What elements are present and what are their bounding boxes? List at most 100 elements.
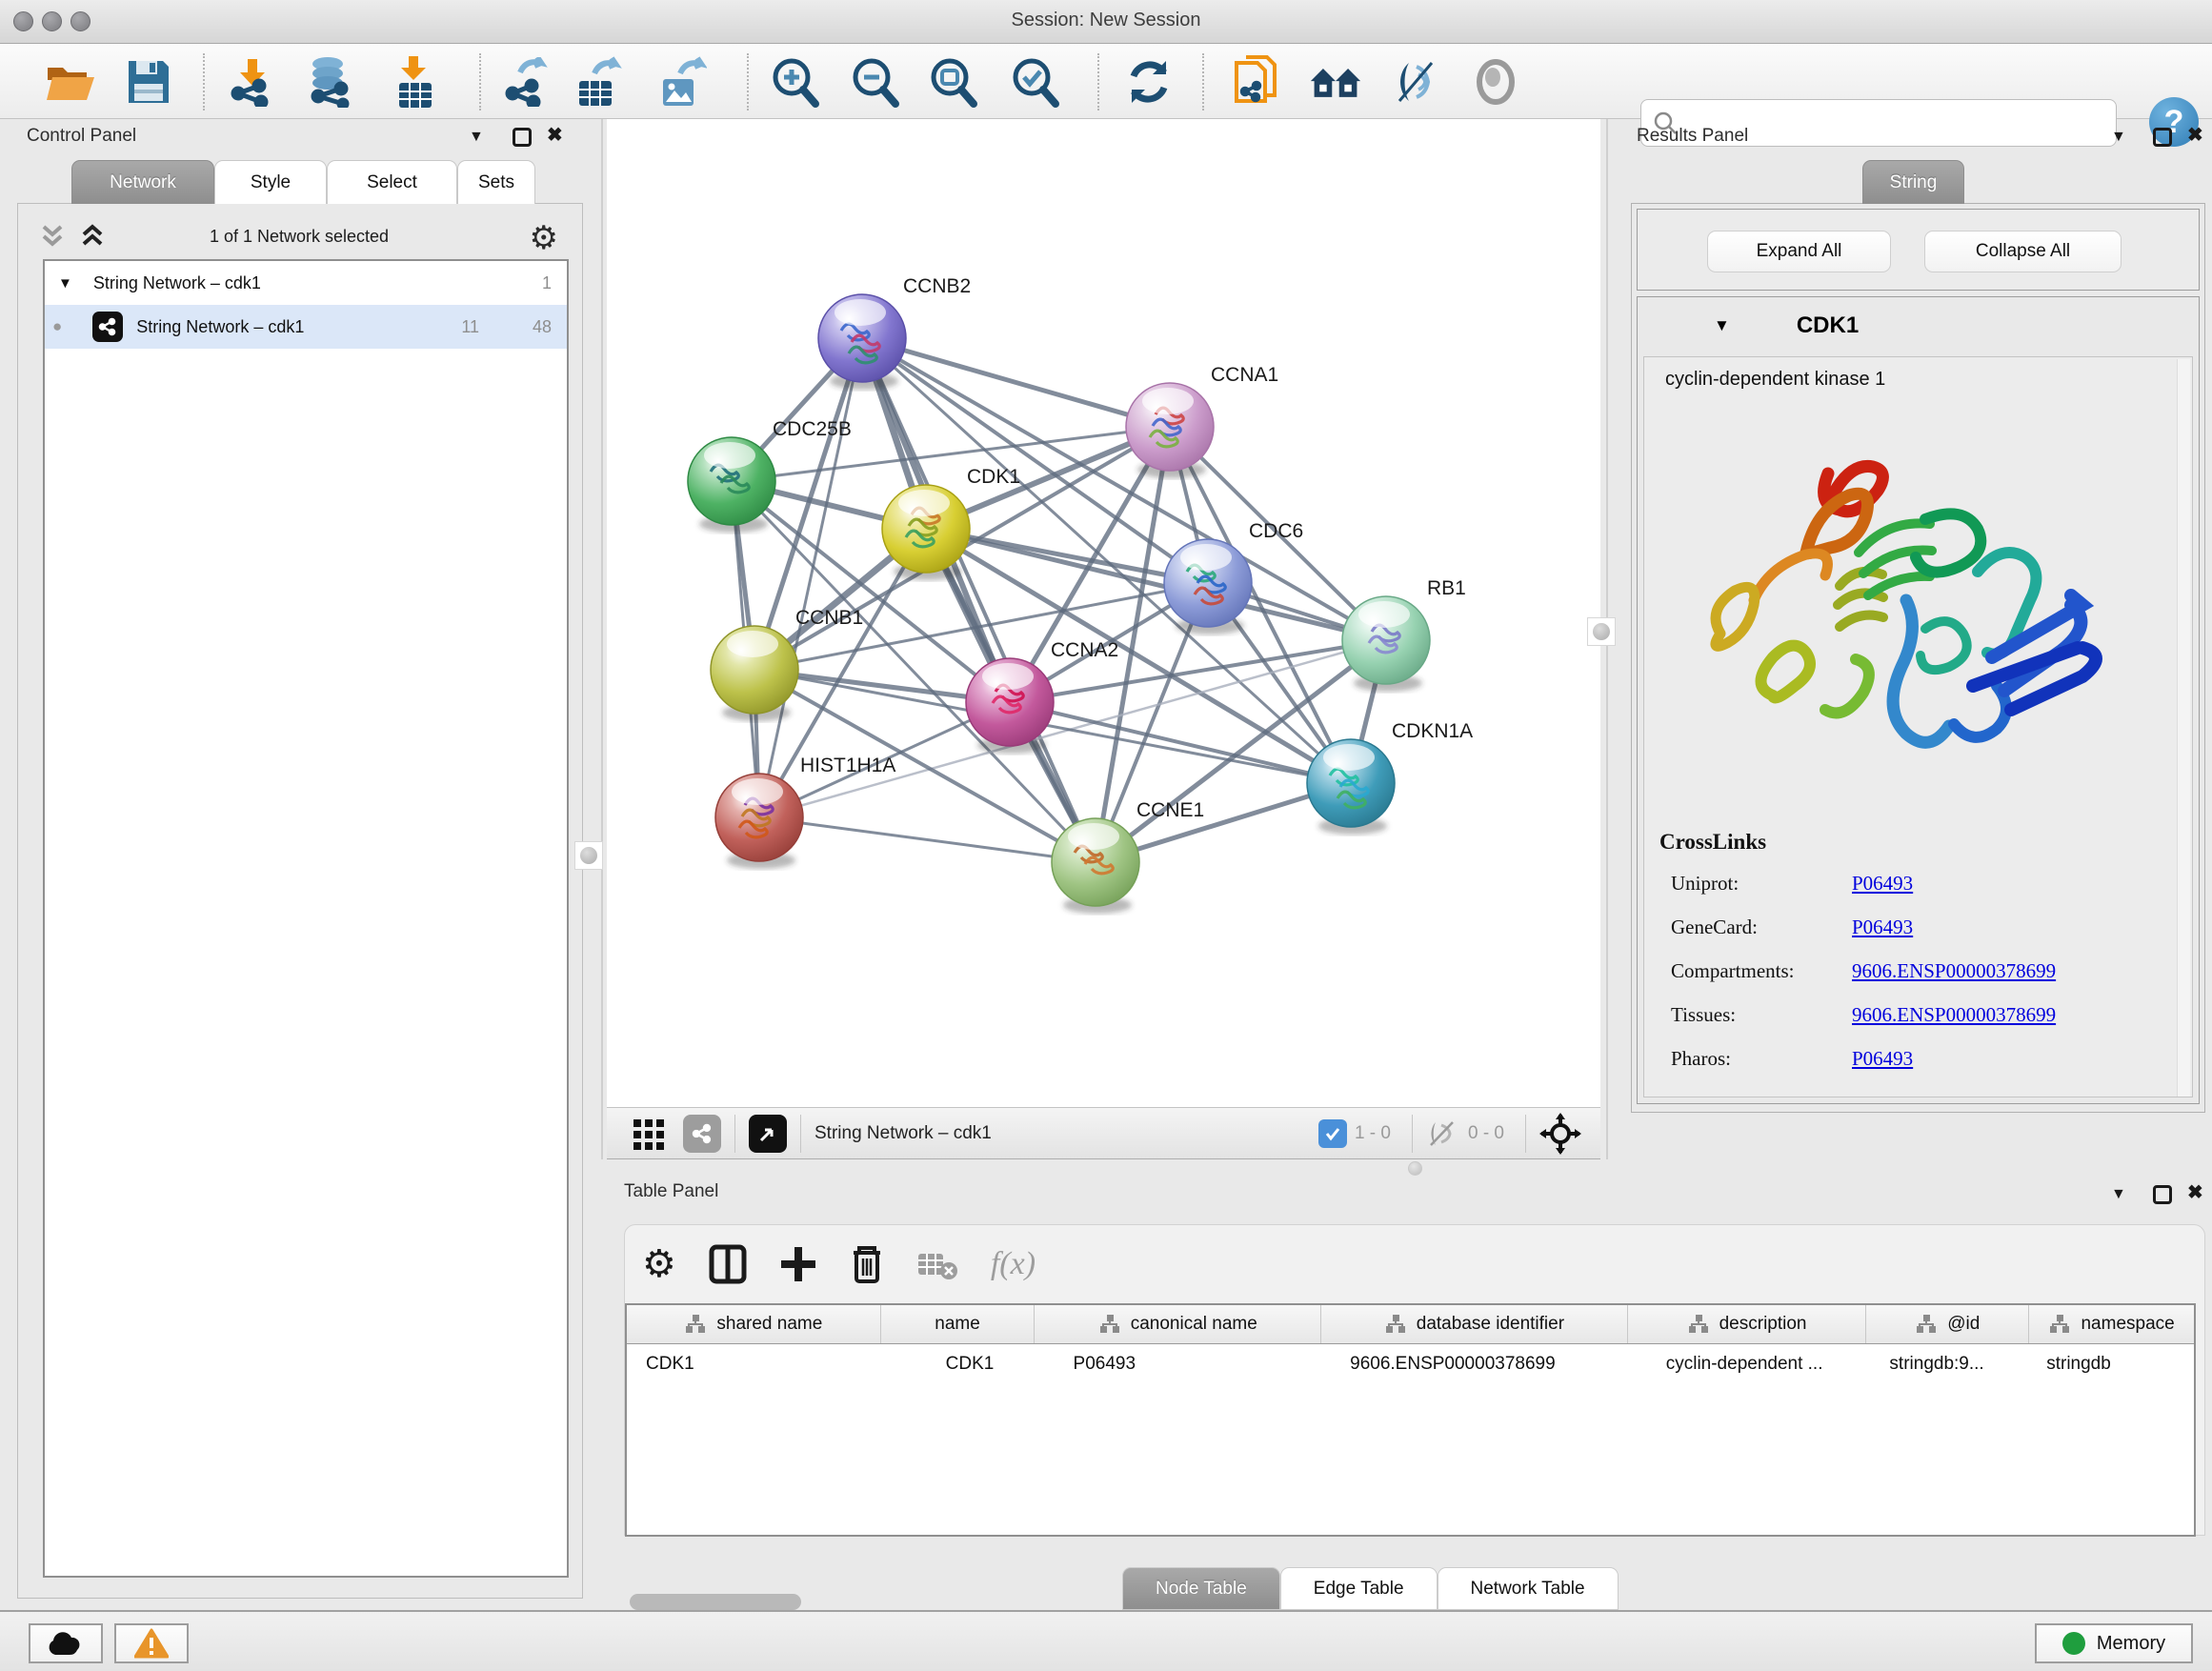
node-label-CDC25B: CDC25B	[773, 418, 852, 440]
control-panel-collapse-icon[interactable]: ▼	[469, 128, 484, 147]
edge-CCNB2-CCNA1[interactable]	[862, 338, 1170, 427]
add-column-icon[interactable]	[779, 1245, 817, 1283]
network-share-view-icon[interactable]	[683, 1115, 721, 1153]
left-divider-handle[interactable]	[574, 841, 603, 870]
import-table-file-button[interactable]	[389, 55, 442, 109]
edge-CCNE1-HIST1H1A[interactable]	[759, 817, 1096, 862]
control-panel-close-icon[interactable]: ✖	[547, 126, 563, 145]
show-columns-icon[interactable]	[709, 1243, 747, 1285]
column-header-id[interactable]: @id	[1866, 1305, 2029, 1343]
node-CDKN1A[interactable]: CDKN1A	[1307, 720, 1473, 835]
export-table-button[interactable]	[572, 55, 625, 109]
memory-button[interactable]: Memory	[2035, 1623, 2193, 1663]
string-network-graph[interactable]: CCNB2CCNA1CDC25BCDK1CDC6RB1CCNB1CCNA2CDK…	[607, 119, 1600, 1107]
network-options-gear-icon[interactable]: ⚙	[530, 219, 558, 257]
column-header-namespace[interactable]: namespace	[2029, 1305, 2194, 1343]
cloud-status-button[interactable]	[29, 1623, 103, 1663]
table-panel-float-icon[interactable]	[2153, 1185, 2172, 1204]
column-header-shared-name[interactable]: shared name	[627, 1305, 881, 1343]
delete-column-icon[interactable]	[850, 1243, 884, 1285]
gene-collapse-icon[interactable]: ▼	[1714, 316, 1730, 335]
column-header-description[interactable]: description	[1628, 1305, 1867, 1343]
node-table: shared name name canonical name database…	[625, 1303, 2196, 1537]
string-home-button[interactable]	[1309, 55, 1362, 109]
zoom-fit-button[interactable]	[926, 55, 979, 109]
collapse-all-button[interactable]: Collapse All	[1924, 231, 2122, 272]
results-scrollbar[interactable]	[2177, 359, 2190, 1097]
tab-network[interactable]: Network	[71, 160, 214, 204]
column-header-canonical-name[interactable]: canonical name	[1035, 1305, 1321, 1343]
tab-network-table[interactable]: Network Table	[1438, 1567, 1619, 1610]
export-network-button[interactable]	[499, 55, 553, 109]
network-canvas[interactable]: CCNB2CCNA1CDC25BCDK1CDC6RB1CCNB1CCNA2CDK…	[607, 119, 1600, 1107]
edge-CCNB2-HIST1H1A[interactable]	[759, 338, 862, 817]
open-session-button[interactable]	[44, 55, 97, 109]
crosslinks-title: CrossLinks	[1659, 830, 1766, 855]
node-RB1[interactable]: RB1	[1342, 577, 1466, 692]
warning-icon	[134, 1628, 169, 1659]
selected-checkbox-icon[interactable]	[1318, 1119, 1347, 1148]
pan-crosshair-icon[interactable]	[1539, 1113, 1581, 1155]
horizontal-splitter-handle[interactable]	[1408, 1161, 1422, 1176]
column-tree-icon	[1098, 1314, 1121, 1335]
tab-node-table[interactable]: Node Table	[1122, 1567, 1280, 1610]
zoom-in-button[interactable]	[768, 55, 821, 109]
import-network-database-button[interactable]	[303, 55, 356, 109]
column-tree-icon	[684, 1314, 707, 1335]
node-HIST1H1A[interactable]: HIST1H1A	[715, 755, 895, 869]
grid-view-icon[interactable]	[632, 1116, 668, 1152]
function-builder-icon[interactable]: f(x)	[991, 1246, 1036, 1282]
node-CDC25B[interactable]: CDC25B	[688, 418, 852, 533]
crosslink-pharos-link[interactable]: P06493	[1852, 1047, 1913, 1071]
tab-sets[interactable]: Sets	[457, 160, 535, 204]
node-label-CCNA2: CCNA2	[1051, 639, 1118, 661]
control-panel-float-icon[interactable]	[513, 128, 532, 147]
table-horizontal-scrollbar[interactable]	[630, 1594, 801, 1610]
crosslink-tissues-link[interactable]: 9606.ENSP00000378699	[1852, 1003, 2056, 1027]
node-CCNB2[interactable]: CCNB2	[818, 275, 971, 390]
export-image-button[interactable]	[655, 55, 709, 109]
tab-edge-table[interactable]: Edge Table	[1280, 1567, 1438, 1610]
hide-glass-button[interactable]	[1389, 55, 1442, 109]
crosslink-row: Tissues: 9606.ENSP00000378699	[1644, 994, 2192, 1037]
zoom-out-button[interactable]	[848, 55, 901, 109]
crosslink-uniprot-link[interactable]: P06493	[1852, 872, 1913, 896]
refresh-button[interactable]	[1122, 55, 1176, 109]
zoom-selected-button[interactable]	[1008, 55, 1061, 109]
crosslink-genecard-link[interactable]: P06493	[1852, 916, 1913, 939]
expand-all-button[interactable]: Expand All	[1707, 231, 1891, 272]
results-panel-float-icon[interactable]	[2153, 128, 2172, 147]
tree-expand-icon[interactable]: ▼	[58, 275, 72, 292]
show-glass-button[interactable]	[1469, 55, 1522, 109]
network-collection-row[interactable]: ▼ String Network – cdk1 1	[45, 261, 567, 305]
node-label-CCNB1: CCNB1	[795, 607, 863, 629]
table-panel-collapse-icon[interactable]: ▼	[2111, 1185, 2126, 1204]
table-panel-close-icon[interactable]: ✖	[2187, 1183, 2203, 1202]
results-panel-collapse-icon[interactable]: ▼	[2111, 128, 2126, 147]
right-divider-handle[interactable]	[1587, 617, 1616, 646]
results-panel-close-icon[interactable]: ✖	[2187, 126, 2203, 145]
crosslink-compartments-link[interactable]: 9606.ENSP00000378699	[1852, 959, 2056, 983]
network-edge-count: 48	[533, 317, 552, 337]
node-label-CDC6: CDC6	[1249, 520, 1303, 542]
column-header-database-identifier[interactable]: database identifier	[1321, 1305, 1628, 1343]
node-CCNB1[interactable]: CCNB1	[711, 607, 863, 721]
save-session-button[interactable]	[122, 55, 175, 109]
tab-select[interactable]: Select	[327, 160, 457, 204]
string-import-button[interactable]	[1231, 55, 1284, 109]
birdseye-view-icon[interactable]	[749, 1115, 787, 1153]
network-row[interactable]: ● String Network – cdk1 11 48	[45, 305, 567, 349]
delete-table-icon[interactable]	[916, 1248, 958, 1280]
tab-style[interactable]: Style	[214, 160, 327, 204]
gene-name: CDK1	[1797, 312, 1859, 339]
import-network-file-button[interactable]	[225, 55, 278, 109]
column-header-name[interactable]: name	[881, 1305, 1036, 1343]
gray-eye-icon	[1472, 58, 1519, 106]
network-selection-status: 1 of 1 Network selected	[23, 227, 575, 247]
table-row[interactable]: CDK1 CDK1 P06493 9606.ENSP00000378699 cy…	[627, 1344, 2194, 1383]
warnings-button[interactable]	[114, 1623, 189, 1663]
node-CDK1[interactable]: CDK1	[882, 466, 1020, 580]
table-options-gear-icon[interactable]: ⚙	[642, 1245, 676, 1283]
edge-CCNB2-CCNE1[interactable]	[862, 338, 1096, 862]
tab-string-results[interactable]: String	[1862, 160, 1964, 204]
